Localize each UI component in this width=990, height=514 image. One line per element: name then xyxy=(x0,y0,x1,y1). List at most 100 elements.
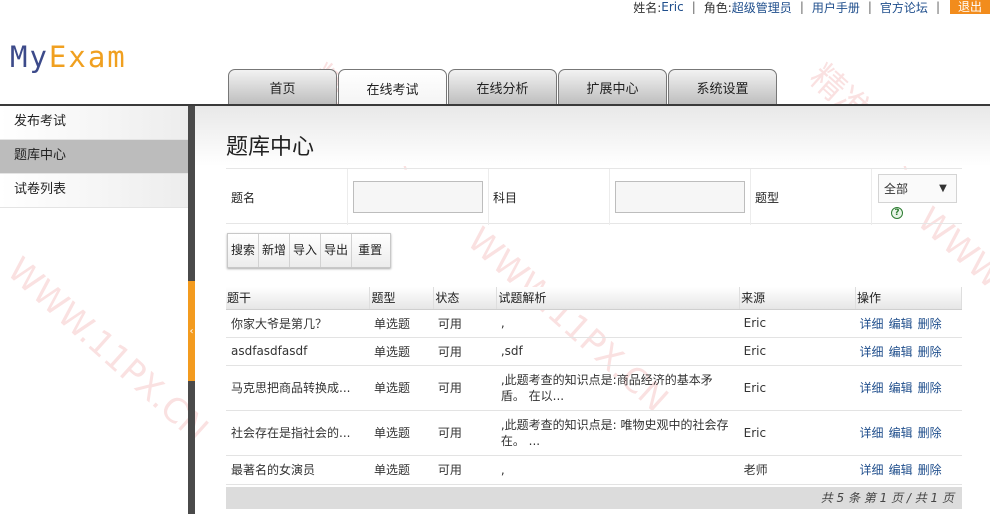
edit-link[interactable]: 编辑 xyxy=(889,426,913,440)
app-logo[interactable]: MyExam xyxy=(10,40,127,74)
sidebar-item-paper-list[interactable]: 试卷列表 xyxy=(0,174,188,208)
edit-link[interactable]: 编辑 xyxy=(889,381,913,395)
column-header-source[interactable]: 来源 xyxy=(739,287,857,310)
divider xyxy=(488,169,489,225)
export-button[interactable]: 导出 xyxy=(321,234,353,267)
tab-extension-center[interactable]: 扩展中心 xyxy=(558,69,667,105)
column-header-status[interactable]: 状态 xyxy=(433,287,498,310)
user-bar: 姓名: Eric | 角色: 超级管理员 | 用户手册 | 官方论坛 | 退出 xyxy=(633,0,990,16)
action-buttons: 搜索 新增 导入 导出 重置 xyxy=(227,233,392,268)
cell-source: Eric xyxy=(739,365,856,411)
search-button[interactable]: 搜索 xyxy=(228,234,260,267)
separator: | xyxy=(867,0,872,14)
type-filter-select[interactable]: 全部 ▼ xyxy=(878,174,957,203)
name-filter-input[interactable] xyxy=(353,181,483,213)
subject-filter-input[interactable] xyxy=(615,181,745,213)
cell-stem: 社会存在是指社会的... xyxy=(226,410,370,456)
tab-online-exam[interactable]: 在线考试 xyxy=(338,69,447,106)
cell-analysis: ,此题考查的知识点是: 唯物史观中的社会存在。 ... xyxy=(496,410,740,456)
edit-link[interactable]: 编辑 xyxy=(889,463,913,477)
sidebar-item-question-bank[interactable]: 题库中心 xyxy=(0,140,188,174)
column-header-analysis[interactable]: 试题解析 xyxy=(496,287,741,310)
cell-stem: 最著名的女演员 xyxy=(226,455,370,485)
page-title: 题库中心 xyxy=(226,135,315,160)
user-name[interactable]: Eric xyxy=(661,0,683,14)
tab-home[interactable]: 首页 xyxy=(228,69,337,105)
cell-actions: 详细 编辑 删除 xyxy=(855,455,962,485)
detail-link[interactable]: 详细 xyxy=(860,381,884,395)
detail-link[interactable]: 详细 xyxy=(860,426,884,440)
table-row: 你家大爷是第几？ 单选题 可用 , Eric 详细 编辑 删除 xyxy=(226,309,962,338)
cell-actions: 详细 编辑 删除 xyxy=(855,410,962,456)
reset-button[interactable]: 重置 xyxy=(352,234,391,267)
delete-link[interactable]: 删除 xyxy=(918,426,942,440)
column-header-actions: 操作 xyxy=(855,287,962,310)
cell-actions: 详细 编辑 删除 xyxy=(855,365,962,411)
name-filter-label: 题名 xyxy=(231,191,256,205)
type-filter-label: 题型 xyxy=(755,191,780,205)
separator: | xyxy=(935,0,940,14)
forum-link[interactable]: 官方论坛 xyxy=(880,0,928,16)
separator: | xyxy=(691,0,696,14)
cell-type: 单选题 xyxy=(369,455,434,485)
subject-filter-label: 科目 xyxy=(493,191,518,205)
cell-source: 老师 xyxy=(739,455,856,485)
cell-stem: asdfasdfasdf xyxy=(226,337,370,366)
cell-type: 单选题 xyxy=(369,309,434,338)
dropdown-arrow-icon: ▼ xyxy=(939,183,947,194)
column-header-stem[interactable]: 题干 xyxy=(226,287,371,310)
question-table: 题干 题型 状态 试题解析 来源 操作 你家大爷是第几？ 单选题 可用 , Er… xyxy=(226,287,962,485)
help-icon[interactable]: ? xyxy=(891,207,903,219)
user-manual-link[interactable]: 用户手册 xyxy=(812,0,860,16)
delete-link[interactable]: 删除 xyxy=(918,317,942,331)
cell-status: 可用 xyxy=(433,455,497,485)
sidebar: 发布考试 题库中心 试卷列表 xyxy=(0,106,188,208)
column-header-type[interactable]: 题型 xyxy=(369,287,435,310)
cell-status: 可用 xyxy=(433,410,497,456)
cell-status: 可用 xyxy=(433,309,497,338)
tab-online-analysis[interactable]: 在线分析 xyxy=(448,69,557,105)
cell-actions: 详细 编辑 删除 xyxy=(855,309,962,338)
delete-link[interactable]: 删除 xyxy=(918,345,942,359)
table-row: 马克思把商品转换成... 单选题 可用 ,此题考查的知识点是:商品经济的基本矛盾… xyxy=(226,365,962,411)
cell-type: 单选题 xyxy=(369,365,434,411)
divider xyxy=(750,169,751,225)
sidebar-item-publish-exam[interactable]: 发布考试 xyxy=(0,106,188,140)
content-header-bg xyxy=(195,106,990,166)
add-button[interactable]: 新增 xyxy=(259,234,291,267)
table-row: 最著名的女演员 单选题 可用 , 老师 详细 编辑 删除 xyxy=(226,455,962,485)
edit-link[interactable]: 编辑 xyxy=(889,345,913,359)
detail-link[interactable]: 详细 xyxy=(860,345,884,359)
detail-link[interactable]: 详细 xyxy=(860,463,884,477)
cell-actions: 详细 编辑 删除 xyxy=(855,337,962,366)
delete-link[interactable]: 删除 xyxy=(918,463,942,477)
main-nav: 首页 在线考试 在线分析 扩展中心 系统设置 xyxy=(228,69,778,106)
user-role[interactable]: 超级管理员 xyxy=(732,0,792,16)
table-row: asdfasdfasdf 单选题 可用 ,sdf Eric 详细 编辑 删除 xyxy=(226,337,962,366)
delete-link[interactable]: 删除 xyxy=(918,381,942,395)
pagination-info: 共 5 条 第 1 页 / 共 1 页 xyxy=(226,487,962,509)
logout-button[interactable]: 退出 xyxy=(949,0,990,14)
divider xyxy=(871,169,872,225)
watermark-url: WWW.11PX.CN xyxy=(0,249,216,451)
table-row: 社会存在是指社会的... 单选题 可用 ,此题考查的知识点是: 唯物史观中的社会… xyxy=(226,410,962,456)
cell-stem: 马克思把商品转换成... xyxy=(226,365,370,411)
cell-status: 可用 xyxy=(433,365,497,411)
collapse-sidebar-handle[interactable]: ‹ xyxy=(188,281,195,381)
separator: | xyxy=(799,0,804,14)
divider xyxy=(347,169,348,225)
cell-type: 单选题 xyxy=(369,410,434,456)
cell-analysis: ,sdf xyxy=(496,337,740,366)
cell-status: 可用 xyxy=(433,337,497,366)
cell-source: Eric xyxy=(739,309,856,338)
type-selected-value: 全部 xyxy=(884,182,909,196)
cell-analysis: , xyxy=(496,309,740,338)
table-header-row: 题干 题型 状态 试题解析 来源 操作 xyxy=(226,287,962,310)
role-label: 角色: xyxy=(703,0,732,15)
tab-system-settings[interactable]: 系统设置 xyxy=(668,69,777,105)
chevron-left-icon: ‹ xyxy=(189,325,194,337)
import-button[interactable]: 导入 xyxy=(290,234,322,267)
logo-part-1: My xyxy=(10,40,49,74)
detail-link[interactable]: 详细 xyxy=(860,317,884,331)
edit-link[interactable]: 编辑 xyxy=(889,317,913,331)
